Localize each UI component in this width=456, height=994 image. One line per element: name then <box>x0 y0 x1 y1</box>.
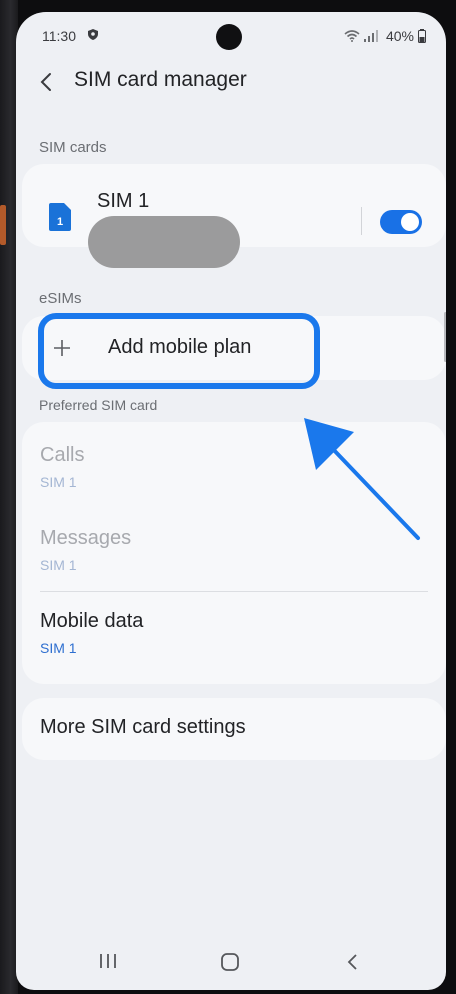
row-value: SIM 1 <box>40 474 77 490</box>
sim-toggle[interactable] <box>380 210 422 234</box>
recents-icon[interactable] <box>98 952 118 970</box>
more-sim-settings-label: More SIM card settings <box>40 716 246 738</box>
navigation-bar <box>16 930 446 990</box>
screen: 11:30 40% SIM card manager SIM cards 1 S… <box>16 12 446 990</box>
row-title: Calls <box>40 444 85 466</box>
signal-icon <box>363 30 378 42</box>
row-title: Mobile data <box>40 610 144 632</box>
page-title: SIM card manager <box>74 68 247 91</box>
scrollbar[interactable] <box>444 312 446 362</box>
row-value: SIM 1 <box>40 640 77 656</box>
front-camera <box>216 24 242 50</box>
sim-card-icon: 1 <box>49 203 71 231</box>
back-chevron-icon[interactable] <box>38 72 56 92</box>
section-label-preferred: Preferred SIM card <box>39 397 158 413</box>
battery-icon <box>418 29 426 43</box>
status-indicators: 40% <box>344 28 426 44</box>
row-title: Messages <box>40 527 132 549</box>
shield-icon <box>88 29 98 40</box>
battery-percent: 40% <box>385 28 414 44</box>
sim-card-item[interactable]: 1 SIM 1 <box>22 164 446 268</box>
pointer-arrow-icon <box>304 418 420 540</box>
row-value: SIM 1 <box>40 557 77 573</box>
home-icon[interactable] <box>220 952 240 972</box>
highlight-box <box>38 313 320 389</box>
section-label-sim-cards: SIM cards <box>39 139 107 156</box>
wifi-icon <box>344 30 360 42</box>
redacted-phone-number <box>88 216 240 268</box>
app-header: SIM card manager <box>16 60 446 104</box>
status-time: 11:30 <box>42 28 76 44</box>
status-bar: 11:30 40% <box>16 12 446 52</box>
section-label-esims: eSIMs <box>39 290 82 307</box>
row-mobile-data[interactable]: Mobile data SIM 1 <box>22 592 446 674</box>
phone-frame: 11:30 40% SIM card manager SIM cards 1 S… <box>0 0 456 994</box>
vertical-divider <box>361 207 362 235</box>
toggle-knob <box>401 213 419 231</box>
more-sim-settings-item[interactable]: More SIM card settings <box>22 698 446 760</box>
sim-icon-number: 1 <box>57 216 63 228</box>
sim-name: SIM 1 <box>97 190 150 212</box>
back-icon[interactable] <box>346 953 358 971</box>
